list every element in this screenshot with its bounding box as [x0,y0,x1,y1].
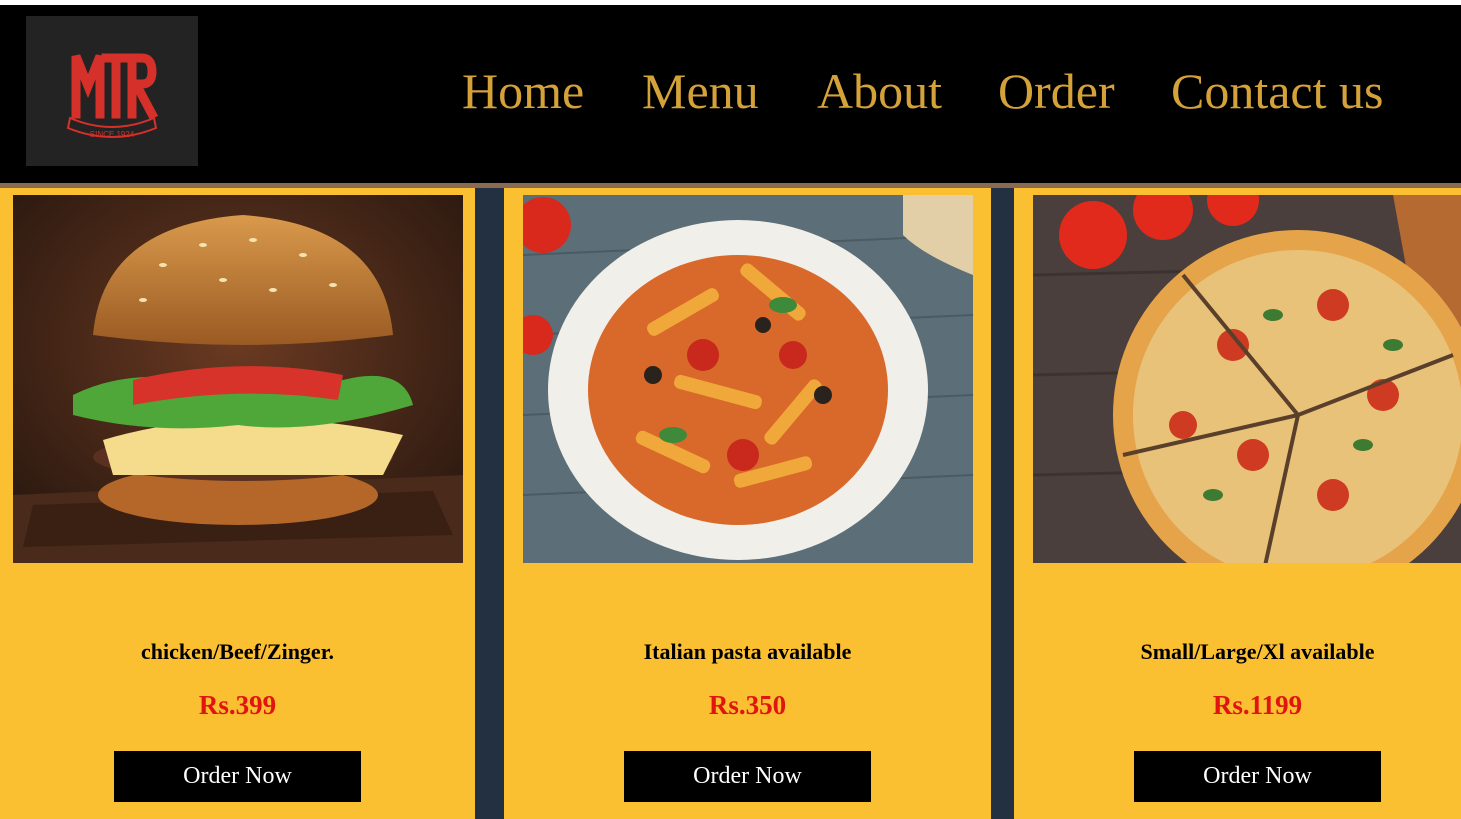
menu-card-price: Rs.1199 [1212,690,1303,720]
order-now-button[interactable]: Order Now [114,751,361,802]
menu-card-price: Rs.399 [198,690,277,720]
menu-card-description: Italian pasta available [643,639,852,664]
site-header: SINCE 1924 Home Menu About Order Contact… [0,5,1461,183]
order-now-button[interactable]: Order Now [1134,751,1381,802]
menu-card-pasta: Italian pasta available Rs.350 Order Now [504,188,991,819]
nav-link-contact[interactable]: Contact us [1171,61,1383,121]
menu-card-burger: chicken/Beef/Zinger. Rs.399 Order Now [0,188,475,819]
main-nav: Home Menu About Order Contact us [0,5,1461,183]
menu-card-price: Rs.350 [708,690,787,720]
nav-link-order[interactable]: Order [998,61,1115,121]
menu-card-description: Small/Large/Xl available [1140,639,1375,664]
burger-photo [13,195,463,563]
pasta-photo [523,195,973,563]
order-now-button[interactable]: Order Now [624,751,871,802]
nav-link-menu[interactable]: Menu [642,61,759,121]
pizza-photo [1033,195,1461,563]
menu-card-description: chicken/Beef/Zinger. [141,639,334,664]
nav-link-about[interactable]: About [817,61,942,121]
menu-card-pizza: Small/Large/Xl available Rs.1199 Order N… [1014,188,1461,819]
nav-link-home[interactable]: Home [462,61,584,121]
